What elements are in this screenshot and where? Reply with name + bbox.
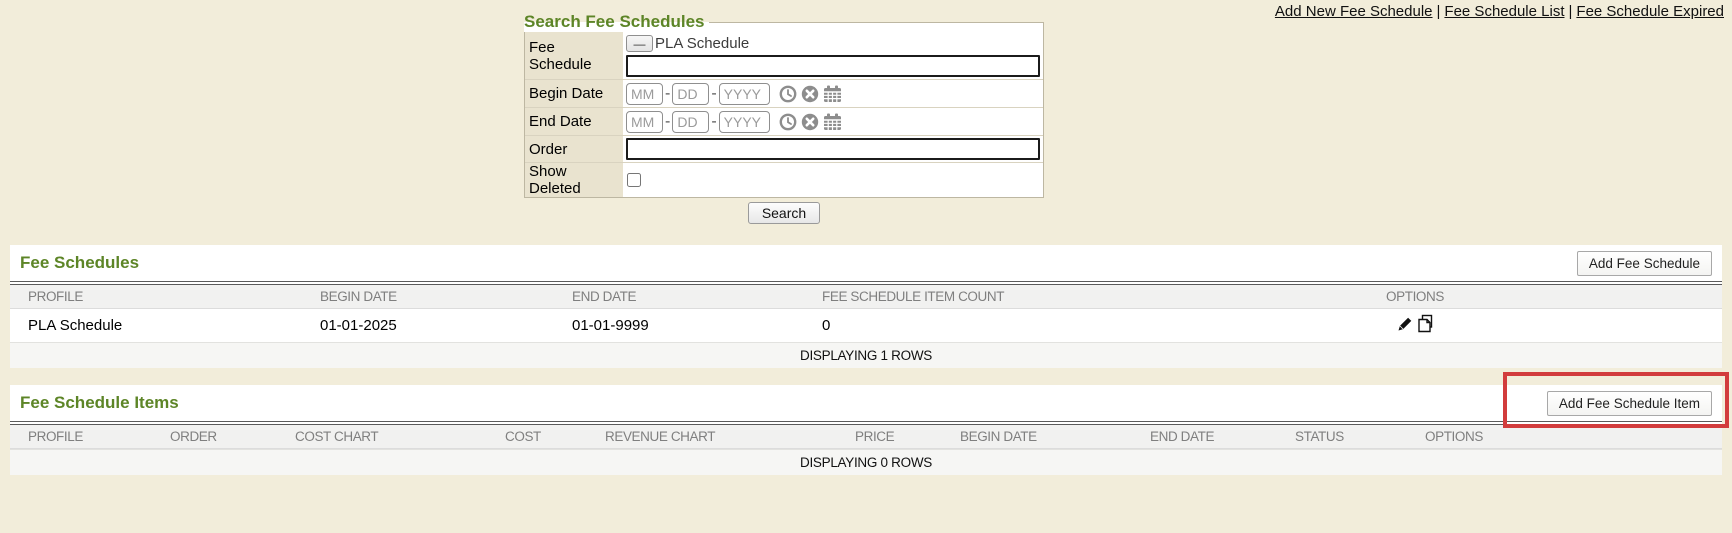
fee-schedule-items-header-row: PROFILE ORDER COST CHART COST REVENUE CH… [10, 425, 1722, 449]
clear-circle-icon[interactable] [801, 85, 819, 103]
date-separator: - [665, 113, 670, 131]
selected-fee-schedule-label: PLA Schedule [655, 35, 749, 52]
cell-spacer [1470, 309, 1722, 343]
col-cost: COST [495, 425, 595, 449]
fee-schedule-field: — PLA Schedule [623, 32, 1043, 79]
add-fee-schedule-item-button[interactable]: Add Fee Schedule Item [1547, 391, 1712, 416]
col-profile: PROFILE [10, 285, 310, 309]
show-deleted-checkbox[interactable] [627, 173, 641, 187]
collapse-minus-button[interactable]: — [626, 35, 653, 52]
copy-icon[interactable] [1416, 314, 1435, 333]
search-fee-schedules-form: Search Fee Schedules Fee Schedule — PLA … [524, 12, 1044, 224]
col-options: OPTIONS [1415, 425, 1565, 449]
order-row: Order [525, 136, 1043, 163]
col-end-date: END DATE [562, 285, 812, 309]
fee-schedule-label: Fee Schedule [525, 32, 623, 79]
link-add-new-fee-schedule[interactable]: Add New Fee Schedule [1275, 3, 1433, 20]
fee-schedules-row-count: DISPLAYING 1 ROWS [10, 342, 1722, 368]
link-fee-schedule-list[interactable]: Fee Schedule List [1444, 3, 1564, 20]
date-separator: - [665, 85, 670, 103]
begin-date-row: Begin Date - - [525, 80, 1043, 108]
search-button[interactable]: Search [748, 202, 820, 224]
col-item-count: FEE SCHEDULE ITEM COUNT [812, 285, 1360, 309]
fee-schedules-section: Fee Schedules Add Fee Schedule PROFILE B… [10, 245, 1722, 368]
clock-icon[interactable] [779, 113, 797, 131]
end-date-label: End Date [525, 108, 623, 135]
show-deleted-row: Show Deleted [525, 163, 1043, 197]
order-input[interactable] [626, 138, 1040, 160]
top-nav-links: Add New Fee Schedule|Fee Schedule List|F… [1275, 3, 1724, 20]
cell-end-date: 01-01-9999 [562, 309, 812, 343]
fee-schedule-input[interactable] [626, 55, 1040, 77]
date-separator: - [711, 113, 716, 131]
col-spacer [1470, 285, 1722, 309]
search-fieldset: Search Fee Schedules Fee Schedule — PLA … [524, 12, 1044, 198]
cell-options [1360, 309, 1470, 343]
link-separator: | [1437, 3, 1441, 20]
fee-schedule-items-title: Fee Schedule Items [20, 393, 179, 413]
begin-date-year-input[interactable] [719, 83, 770, 105]
fee-schedule-items-section: Fee Schedule Items Add Fee Schedule Item… [10, 385, 1722, 475]
calendar-icon[interactable] [823, 113, 842, 131]
edit-pencil-icon[interactable] [1396, 315, 1414, 333]
col-revenue-chart: REVENUE CHART [595, 425, 845, 449]
end-date-day-input[interactable] [672, 111, 709, 133]
begin-date-day-input[interactable] [672, 83, 709, 105]
link-fee-schedule-expired[interactable]: Fee Schedule Expired [1576, 3, 1724, 20]
clock-icon[interactable] [779, 85, 797, 103]
begin-date-month-input[interactable] [626, 83, 663, 105]
col-status: STATUS [1285, 425, 1415, 449]
add-fee-schedule-button[interactable]: Add Fee Schedule [1577, 251, 1712, 276]
fee-schedules-header-row: PROFILE BEGIN DATE END DATE FEE SCHEDULE… [10, 285, 1722, 309]
col-begin-date: BEGIN DATE [950, 425, 1140, 449]
clear-circle-icon[interactable] [801, 113, 819, 131]
end-date-year-input[interactable] [719, 111, 770, 133]
col-order: ORDER [160, 425, 285, 449]
show-deleted-label: Show Deleted [525, 163, 623, 197]
table-row: PLA Schedule 01-01-2025 01-01-9999 0 [10, 309, 1722, 343]
date-separator: - [711, 85, 716, 103]
col-options: OPTIONS [1360, 285, 1470, 309]
col-end-date: END DATE [1140, 425, 1285, 449]
col-price: PRICE [845, 425, 950, 449]
end-date-month-input[interactable] [626, 111, 663, 133]
fee-schedule-items-row-count: DISPLAYING 0 ROWS [10, 449, 1722, 475]
col-begin-date: BEGIN DATE [310, 285, 562, 309]
fee-schedule-items-table: PROFILE ORDER COST CHART COST REVENUE CH… [10, 425, 1722, 449]
calendar-icon[interactable] [823, 85, 842, 103]
search-form-title: Search Fee Schedules [524, 12, 709, 32]
begin-date-label: Begin Date [525, 80, 623, 107]
end-date-row: End Date - - [525, 108, 1043, 136]
fee-schedules-title: Fee Schedules [20, 253, 139, 273]
link-separator: | [1569, 3, 1573, 20]
col-spacer [1565, 425, 1722, 449]
cell-profile: PLA Schedule [10, 309, 310, 343]
cell-begin-date: 01-01-2025 [310, 309, 562, 343]
col-profile: PROFILE [10, 425, 160, 449]
fee-schedules-table: PROFILE BEGIN DATE END DATE FEE SCHEDULE… [10, 285, 1722, 342]
cell-item-count: 0 [812, 309, 1360, 343]
fee-schedule-row: Fee Schedule — PLA Schedule [525, 32, 1043, 80]
order-label: Order [525, 136, 623, 162]
col-cost-chart: COST CHART [285, 425, 495, 449]
